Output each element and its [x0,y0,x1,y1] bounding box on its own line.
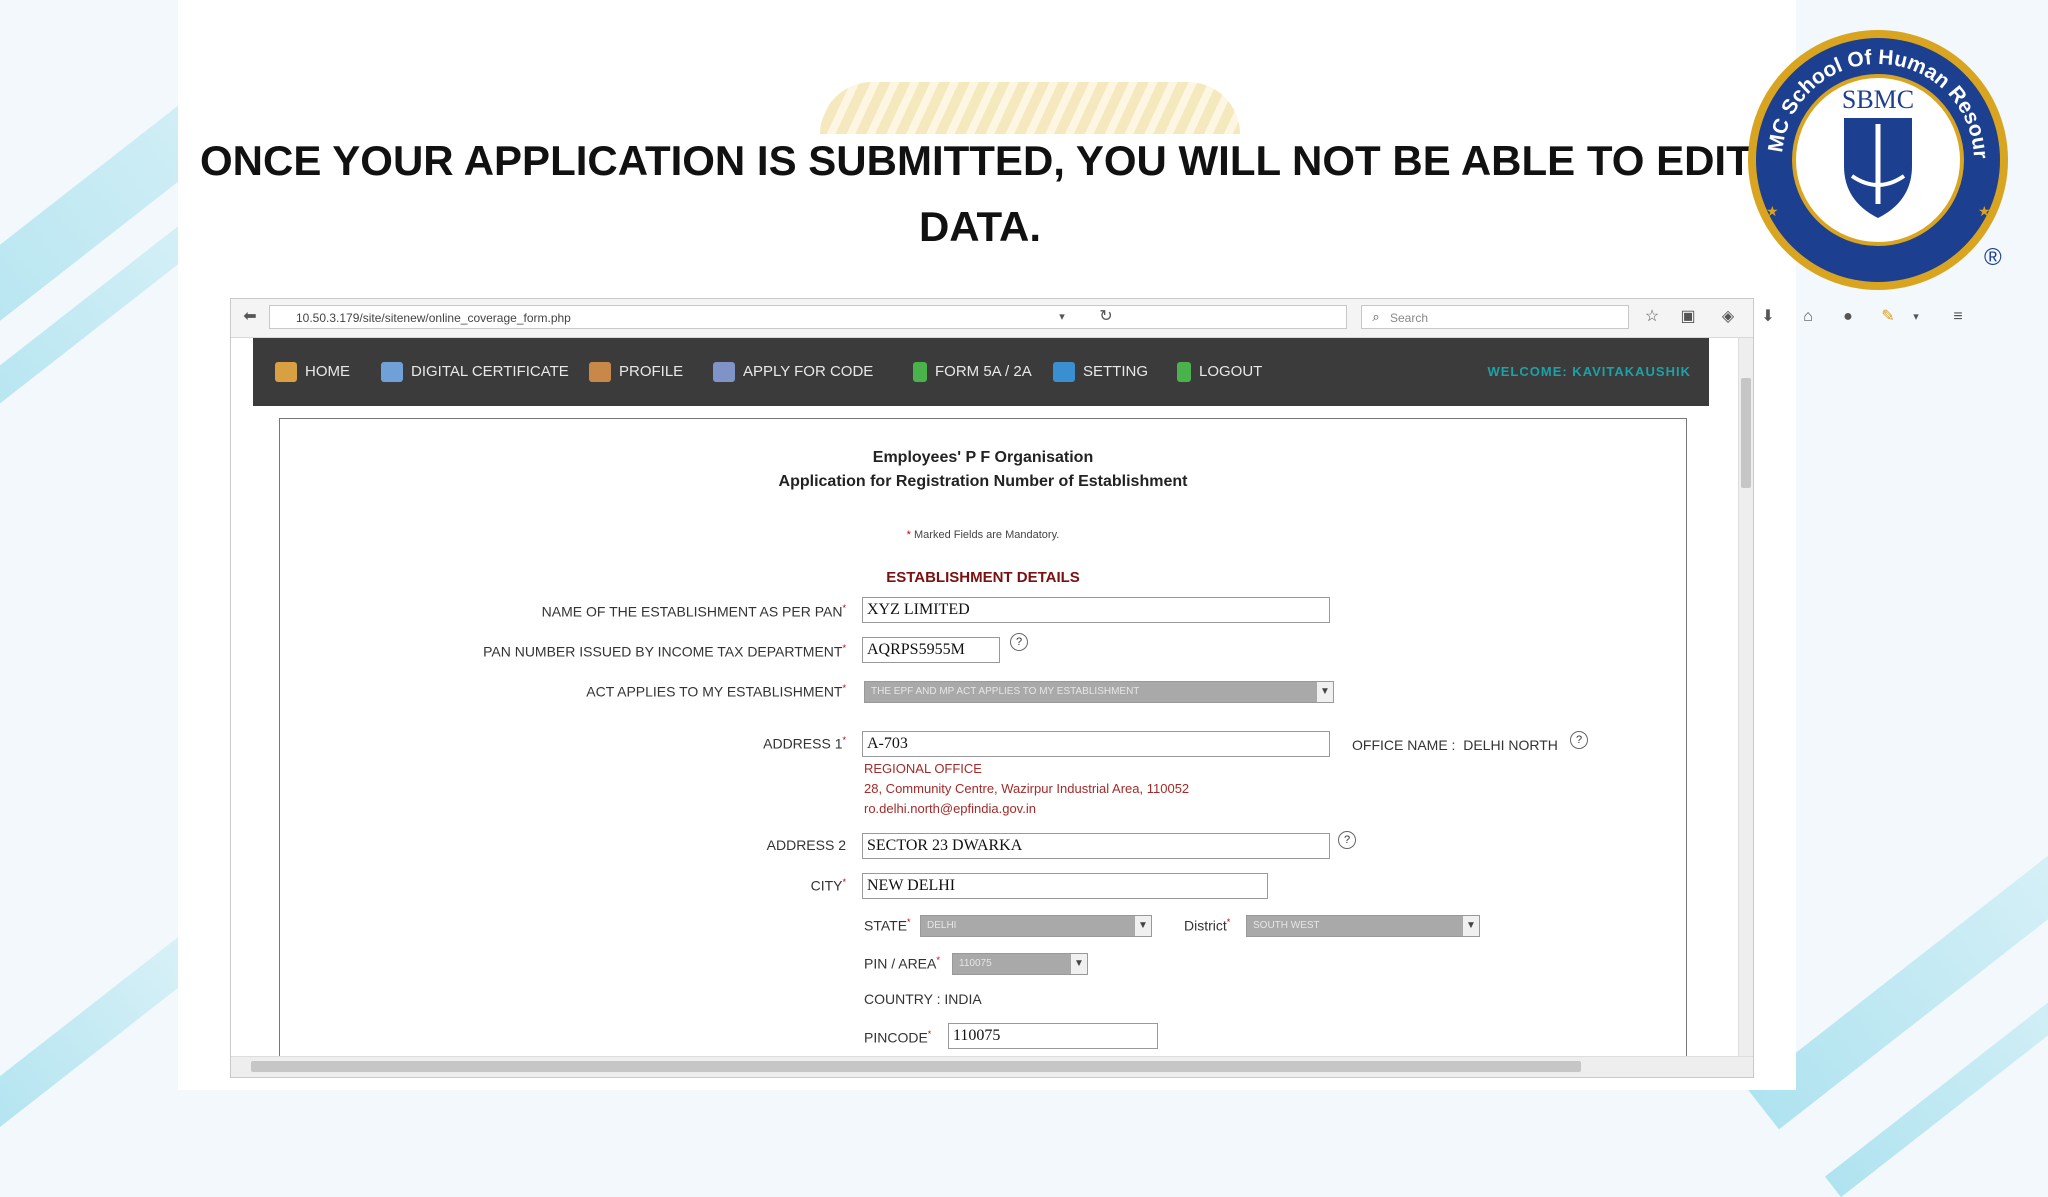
apply-icon [713,362,735,383]
slide-headline: ONCE YOUR APPLICATION IS SUBMITTED, YOU … [200,128,1760,260]
pincode-input[interactable]: 110075 [948,1023,1158,1049]
url-text: 10.50.3.179/site/sitenew/online_coverage… [296,311,571,325]
logo-star-icon: ★ [1766,203,1779,219]
browser-toolbar: ⬅ 10.50.3.179/site/sitenew/online_covera… [231,299,1963,338]
decorative-rope-arch [820,82,1240,134]
pan-help-icon[interactable]: ? [1010,633,1028,651]
nav-profile-label: PROFILE [619,363,684,380]
logout-icon [1177,362,1191,383]
district-value: SOUTH WEST [1253,920,1320,931]
pan-number-input[interactable]: AQRPS5955M [862,637,1000,663]
certificate-icon [381,362,403,383]
nav-digital-certificate[interactable]: DIGITAL CERTIFICATE [381,338,569,406]
nav-setting[interactable]: SETTING [1053,338,1148,406]
state-value: DELHI [927,920,957,931]
chevron-down-icon: ▼ [1317,682,1333,702]
chevron-down-icon: ▼ [1071,954,1087,974]
establishment-name-input[interactable]: XYZ LIMITED [862,597,1330,623]
nav-logout-label: LOGOUT [1199,363,1263,380]
logo-star-icon: ★ [1978,203,1991,219]
city-input[interactable]: NEW DELHI [862,873,1268,899]
label-pincode: PINCODE* [864,1029,932,1046]
mandatory-note-text: Marked Fields are Mandatory. [914,529,1060,541]
registration-form: Employees' P F Organisation Application … [279,418,1687,1056]
label-pin-area: PIN / AREA* [864,955,940,972]
hamburger-menu-icon[interactable]: ≡ [1947,305,1969,329]
chevron-down-icon: ▼ [1463,916,1479,936]
sbmc-logo: SBMC School Of Human Resource Steps To S… [1744,26,2008,290]
clipboard-icon[interactable]: ▣ [1677,305,1699,329]
nav-home-label: HOME [305,363,350,380]
download-arrow-icon[interactable]: ⬇ [1757,305,1779,329]
chevron-down-icon: ▼ [1135,916,1151,936]
dropdown-arrow-icon[interactable]: ▾ [1051,305,1073,329]
download-icon [913,362,927,383]
back-arrow-icon[interactable]: ⬅ [239,305,261,329]
pocket-icon[interactable]: ◈ [1717,305,1739,329]
district-select[interactable]: SOUTH WEST ▼ [1246,915,1480,937]
horizontal-scrollbar[interactable] [231,1056,1753,1077]
registered-mark: ® [1984,244,2002,271]
nav-logout[interactable]: LOGOUT [1177,338,1262,406]
pin-area-select[interactable]: 110075 ▼ [952,953,1088,975]
reload-icon[interactable]: ↻ [1095,305,1117,329]
section-title: ESTABLISHMENT DETAILS [886,569,1080,586]
state-select[interactable]: DELHI ▼ [920,915,1152,937]
country-display: COUNTRY : INDIA [864,991,982,1007]
label-act-applies: ACT APPLIES TO MY ESTABLISHMENT* [586,683,846,700]
address-2-input[interactable]: SECTOR 23 DWARKA [862,833,1330,859]
label-city: CITY* [810,877,846,894]
pin-area-value: 110075 [959,958,992,969]
horizontal-scroll-thumb[interactable] [251,1061,1581,1072]
office-help-icon[interactable]: ? [1570,731,1588,749]
form-org-title: Employees' P F Organisation [872,449,1094,466]
profile-icon [589,362,611,383]
browser-search-input[interactable]: Search [1361,305,1629,329]
label-address-1: ADDRESS 1* [763,735,846,752]
vertical-scrollbar[interactable] [1738,338,1753,1056]
nav-home[interactable]: HOME [275,338,350,406]
nav-apply-for-code[interactable]: APPLY FOR CODE [713,338,873,406]
nav-apply-label: APPLY FOR CODE [743,363,874,380]
vertical-scroll-thumb[interactable] [1741,378,1751,488]
nav-setting-label: SETTING [1083,363,1149,380]
label-pan-number: PAN NUMBER ISSUED BY INCOME TAX DEPARTME… [483,643,846,660]
address-2-help-icon[interactable]: ? [1338,831,1356,849]
welcome-user: WELCOME: KAVITAKAUSHIK [1487,364,1691,379]
nav-certificate-label: DIGITAL CERTIFICATE [411,363,569,380]
nav-form-5a-2a[interactable]: FORM 5A / 2A [913,338,1032,406]
portal-navbar: HOME DIGITAL CERTIFICATE PROFILE APPLY F… [253,338,1709,406]
headline-line-1: ONCE YOUR APPLICATION IS SUBMITTED, YOU … [200,137,1760,184]
mandatory-note: * Marked Fields are Mandatory. [906,529,1060,541]
settings-icon [1053,362,1075,383]
act-applies-value: THE EPF AND MP ACT APPLIES TO MY ESTABLI… [871,686,1140,697]
search-icon: ⌕ [1372,309,1380,324]
label-state: STATE* [864,917,911,934]
address-bar[interactable]: 10.50.3.179/site/sitenew/online_coverage… [269,305,1347,329]
page-viewport: HOME DIGITAL CERTIFICATE PROFILE APPLY F… [231,338,1739,1056]
extension-icon[interactable]: ✎ [1877,305,1899,329]
chat-icon[interactable]: ● [1837,305,1859,329]
address-1-input[interactable]: A-703 [862,731,1330,757]
nav-profile[interactable]: PROFILE [589,338,683,406]
search-placeholder: Search [1390,311,1429,325]
office-name: OFFICE NAME : DELHI NORTH [1352,737,1558,753]
label-district: District* [1184,917,1231,934]
bookmark-star-icon[interactable]: ☆ [1641,305,1663,329]
label-establishment-name: NAME OF THE ESTABLISHMENT AS PER PAN* [541,603,846,620]
home-icon [275,362,297,383]
nav-form-label: FORM 5A / 2A [935,363,1032,380]
form-subtitle: Application for Registration Number of E… [778,473,1188,490]
act-applies-select[interactable]: THE EPF AND MP ACT APPLIES TO MY ESTABLI… [864,681,1334,703]
headline-line-2: DATA. [918,203,1042,250]
regional-office-title: REGIONAL OFFICE [864,761,982,776]
browser-window: ⬅ 10.50.3.179/site/sitenew/online_covera… [230,298,1963,1078]
label-address-2: ADDRESS 2 [766,837,846,853]
regional-office-address: 28, Community Centre, Wazirpur Industria… [864,781,1190,796]
regional-office-email: ro.delhi.north@epfindia.gov.in [864,801,1036,816]
logo-abbr: SBMC [1842,85,1914,114]
home-icon[interactable]: ⌂ [1797,305,1819,329]
overflow-arrow-icon[interactable]: ▾ [1905,305,1927,329]
